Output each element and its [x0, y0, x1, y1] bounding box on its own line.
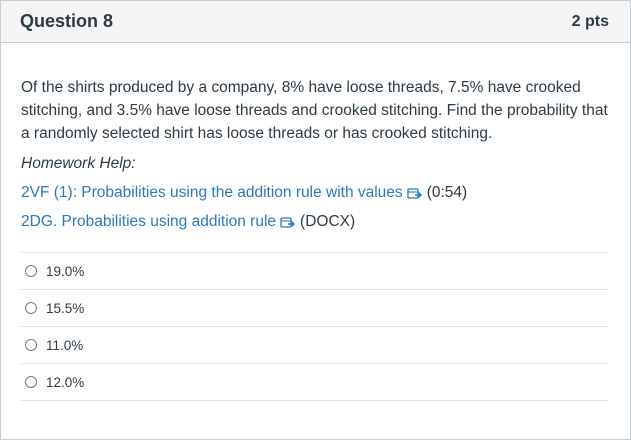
- radio-button[interactable]: [25, 339, 37, 351]
- question-title: Question 8: [20, 11, 114, 31]
- help-link-row-2: 2DG. Probabilities using addition rule (…: [21, 213, 608, 231]
- external-link-icon[interactable]: [407, 186, 423, 200]
- answer-option[interactable]: 11.0%: [21, 327, 608, 364]
- answer-option[interactable]: 15.5%: [21, 290, 608, 327]
- question-card: Question 8 2 pts Of the shirts produced …: [0, 0, 631, 440]
- radio-button[interactable]: [25, 265, 37, 277]
- answer-option[interactable]: 19.0%: [21, 253, 608, 290]
- help-link-duration: (0:54): [426, 184, 468, 201]
- radio-button[interactable]: [25, 302, 37, 314]
- answer-label: 12.0%: [46, 374, 85, 390]
- answer-label: 11.0%: [46, 337, 84, 353]
- external-link-icon[interactable]: [280, 215, 296, 229]
- answer-list: 19.0% 15.5% 11.0% 12.0%: [21, 252, 608, 401]
- answer-label: 19.0%: [46, 263, 85, 279]
- help-link-filetype: (DOCX): [300, 213, 356, 230]
- question-points: 2 pts: [571, 12, 609, 30]
- answer-option[interactable]: 12.0%: [21, 364, 608, 401]
- answer-label: 15.5%: [46, 300, 85, 316]
- question-text: Of the shirts produced by a company, 8% …: [21, 79, 608, 142]
- help-link-video[interactable]: 2VF (1): Probabilities using the additio…: [21, 184, 403, 202]
- help-link-row-1: 2VF (1): Probabilities using the additio…: [21, 184, 608, 202]
- radio-button[interactable]: [25, 376, 37, 388]
- question-body: Of the shirts produced by a company, 8% …: [1, 43, 630, 401]
- help-link-document[interactable]: 2DG. Probabilities using addition rule: [21, 213, 276, 231]
- question-header: Question 8 2 pts: [1, 1, 630, 43]
- homework-help-label: Homework Help:: [21, 155, 136, 172]
